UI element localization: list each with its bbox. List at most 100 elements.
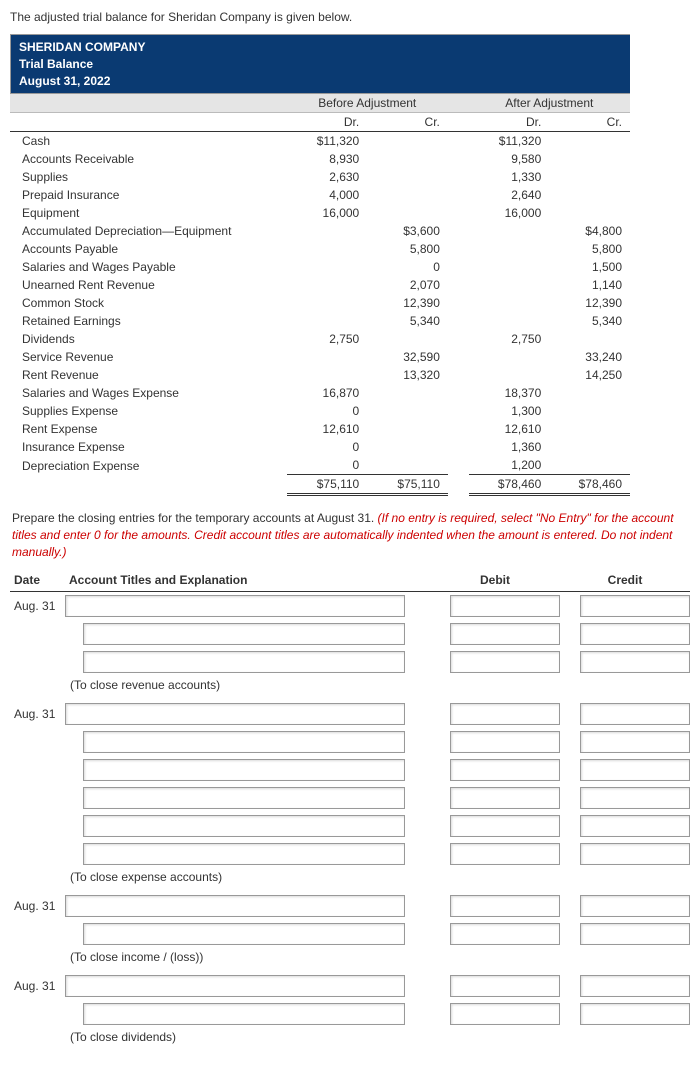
col-before-cr: Cr. — [367, 113, 448, 132]
debit-input[interactable] — [450, 787, 560, 809]
after-dr: 12,610 — [469, 420, 550, 438]
debit-input[interactable] — [450, 703, 560, 725]
credit-input[interactable] — [580, 787, 690, 809]
debit-input[interactable] — [450, 595, 560, 617]
before-dr: 16,870 — [287, 384, 368, 402]
after-cr: 12,390 — [549, 294, 630, 312]
credit-input[interactable] — [580, 759, 690, 781]
debit-input[interactable] — [450, 1003, 560, 1025]
after-dr: 18,370 — [469, 384, 550, 402]
before-dr — [287, 222, 368, 240]
journal-entries: Date Account Titles and Explanation Debi… — [10, 569, 690, 1052]
credit-input[interactable] — [580, 651, 690, 673]
account-name: Service Revenue — [10, 348, 287, 366]
credit-input[interactable] — [580, 731, 690, 753]
account-input[interactable] — [83, 815, 405, 837]
after-dr — [469, 348, 550, 366]
credit-input[interactable] — [580, 923, 690, 945]
debit-input[interactable] — [450, 923, 560, 945]
account-input[interactable] — [83, 759, 405, 781]
before-dr: $11,320 — [287, 132, 368, 151]
after-cr — [549, 204, 630, 222]
after-dr — [469, 294, 550, 312]
before-cr — [367, 204, 448, 222]
col-after-cr: Cr. — [549, 113, 630, 132]
tb-row: Rent Revenue13,32014,250 — [10, 366, 630, 384]
credit-input[interactable] — [580, 703, 690, 725]
after-dr — [469, 240, 550, 258]
account-input[interactable] — [83, 843, 405, 865]
after-cr: 5,340 — [549, 312, 630, 330]
debit-input[interactable] — [450, 843, 560, 865]
account-name: Insurance Expense — [10, 438, 287, 456]
debit-input[interactable] — [450, 651, 560, 673]
after-dr: 1,330 — [469, 168, 550, 186]
before-cr: 5,340 — [367, 312, 448, 330]
group-after: After Adjustment — [469, 94, 630, 113]
account-input[interactable] — [65, 595, 405, 617]
je-row: Aug. 31 — [10, 892, 690, 920]
after-cr: 14,250 — [549, 366, 630, 384]
account-input[interactable] — [83, 651, 405, 673]
before-dr: 16,000 — [287, 204, 368, 222]
debit-input[interactable] — [450, 815, 560, 837]
account-name: Cash — [10, 132, 287, 151]
after-dr — [469, 312, 550, 330]
debit-input[interactable] — [450, 895, 560, 917]
after-dr: 2,640 — [469, 186, 550, 204]
tb-row: Salaries and Wages Expense16,870 18,370 — [10, 384, 630, 402]
before-cr — [367, 186, 448, 204]
account-input[interactable] — [65, 895, 405, 917]
tb-row: Depreciation Expense01,200 — [10, 456, 630, 475]
before-cr — [367, 384, 448, 402]
before-dr — [287, 348, 368, 366]
je-row — [10, 728, 690, 756]
account-input[interactable] — [83, 787, 405, 809]
account-input[interactable] — [83, 1003, 405, 1025]
debit-input[interactable] — [450, 975, 560, 997]
account-input[interactable] — [83, 923, 405, 945]
credit-input[interactable] — [580, 975, 690, 997]
tb-row: Rent Expense12,61012,610 — [10, 420, 630, 438]
credit-input[interactable] — [580, 595, 690, 617]
report-title: Trial Balance — [19, 56, 622, 73]
before-cr: 13,320 — [367, 366, 448, 384]
je-row — [10, 784, 690, 812]
tb-row: Salaries and Wages Payable01,500 — [10, 258, 630, 276]
credit-input[interactable] — [580, 895, 690, 917]
account-name: Salaries and Wages Payable — [10, 258, 287, 276]
account-input[interactable] — [83, 731, 405, 753]
before-cr: 32,590 — [367, 348, 448, 366]
after-cr — [549, 150, 630, 168]
account-name: Accounts Receivable — [10, 150, 287, 168]
account-input[interactable] — [65, 703, 405, 725]
debit-input[interactable] — [450, 759, 560, 781]
after-cr: 1,140 — [549, 276, 630, 294]
total-before-dr: $75,110 — [287, 475, 368, 495]
credit-input[interactable] — [580, 623, 690, 645]
before-dr: 0 — [287, 402, 368, 420]
debit-input[interactable] — [450, 731, 560, 753]
je-row: Aug. 31 — [10, 972, 690, 1000]
after-dr: 1,300 — [469, 402, 550, 420]
before-cr — [367, 456, 448, 475]
account-input[interactable] — [65, 975, 405, 997]
debit-input[interactable] — [450, 623, 560, 645]
account-input[interactable] — [83, 623, 405, 645]
before-cr — [367, 330, 448, 348]
after-dr — [469, 276, 550, 294]
account-name: Supplies Expense — [10, 402, 287, 420]
credit-input[interactable] — [580, 1003, 690, 1025]
account-name: Accumulated Depreciation—Equipment — [10, 222, 287, 240]
credit-input[interactable] — [580, 843, 690, 865]
before-dr — [287, 312, 368, 330]
credit-input[interactable] — [580, 815, 690, 837]
account-name: Retained Earnings — [10, 312, 287, 330]
intro-text: The adjusted trial balance for Sheridan … — [10, 10, 680, 24]
je-date: Aug. 31 — [10, 707, 65, 721]
before-dr: 12,610 — [287, 420, 368, 438]
before-cr — [367, 438, 448, 456]
account-name: Salaries and Wages Expense — [10, 384, 287, 402]
before-cr: 0 — [367, 258, 448, 276]
after-cr — [549, 132, 630, 151]
